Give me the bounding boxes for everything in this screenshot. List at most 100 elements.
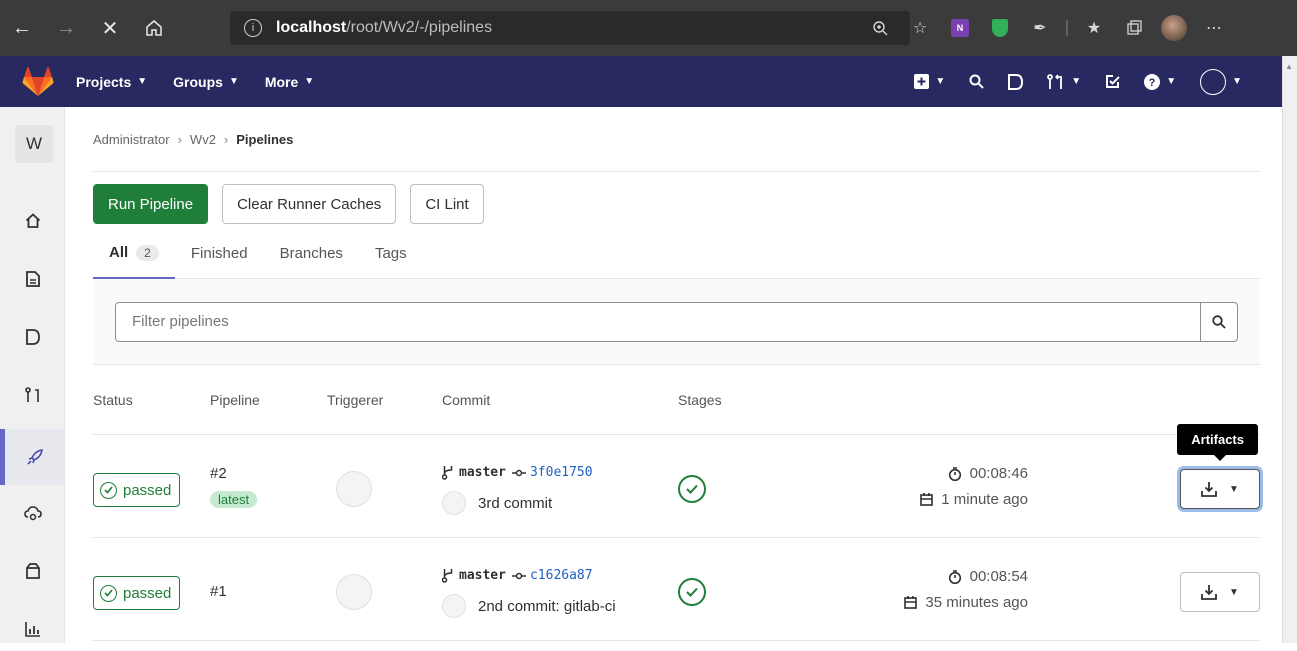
chevron-down-icon: ▼ xyxy=(935,76,946,87)
browser-toolbar: ← → ✕ i localhost/root/Wv2/-/pipelines ☆… xyxy=(0,0,1297,56)
column-header-commit: Commit xyxy=(442,391,491,408)
help-dropdown[interactable]: ? ▼ xyxy=(1132,56,1188,107)
info-icon[interactable]: i xyxy=(244,19,262,37)
collections-icon[interactable] xyxy=(1114,0,1154,56)
sidebar-item-packages[interactable] xyxy=(0,549,65,593)
run-pipeline-button[interactable]: Run Pipeline xyxy=(93,184,209,224)
tab-branches[interactable]: Branches xyxy=(264,229,359,279)
sidebar-item-project-overview[interactable] xyxy=(0,199,65,243)
document-icon xyxy=(25,271,40,287)
chevron-down-icon: ▼ xyxy=(228,76,239,87)
triggerer-avatar[interactable] xyxy=(336,574,372,610)
commit-author-avatar[interactable] xyxy=(442,594,466,618)
back-arrow-icon[interactable]: ← xyxy=(0,0,44,56)
triggerer-avatar[interactable] xyxy=(336,471,372,507)
filter-search-button[interactable] xyxy=(1200,301,1238,342)
page-scrollbar[interactable] xyxy=(1282,56,1297,643)
nav-groups[interactable]: Groups ▼ xyxy=(173,74,239,90)
chevron-down-icon: ▼ xyxy=(137,76,148,87)
pipeline-duration: 00:08:46 xyxy=(948,465,1028,482)
cloud-gear-icon xyxy=(23,506,42,521)
commit-sha-link[interactable]: c1626a87 xyxy=(530,568,593,583)
check-circle-icon xyxy=(100,584,117,602)
status-badge[interactable]: passed xyxy=(93,576,181,610)
chevron-down-icon: ▼ xyxy=(1229,586,1239,598)
merge-request-icon xyxy=(24,387,39,402)
calendar-icon xyxy=(920,493,934,506)
pipeline-duration: 00:08:54 xyxy=(948,568,1028,585)
home-icon[interactable] xyxy=(132,0,176,56)
latest-badge: latest xyxy=(210,491,258,508)
branch-name[interactable]: master xyxy=(459,568,506,583)
gitlab-logo-icon[interactable] xyxy=(0,56,76,107)
clear-runner-caches-button[interactable]: Clear Runner Caches xyxy=(222,184,397,224)
issues-icon xyxy=(25,329,40,345)
nav-projects[interactable]: Projects ▼ xyxy=(76,74,147,90)
status-badge[interactable]: passed xyxy=(93,473,181,507)
branch-icon xyxy=(442,466,453,480)
sidebar-item-analytics[interactable] xyxy=(0,607,65,651)
tab-all[interactable]: All 2 xyxy=(93,229,175,279)
commit-title-link[interactable]: 2nd commit: gitlab-ci xyxy=(478,598,616,615)
main-content: Administrator › Wv2 › Pipelines Run Pipe… xyxy=(93,107,1260,641)
project-avatar[interactable]: W xyxy=(15,125,53,163)
filter-pipelines-input[interactable]: Filter pipelines xyxy=(115,301,1200,342)
sidebar-item-merge-requests[interactable] xyxy=(0,373,65,417)
tab-tags[interactable]: Tags xyxy=(359,229,423,279)
timer-icon xyxy=(948,569,962,584)
commit-icon xyxy=(511,469,526,476)
branch-icon xyxy=(442,569,453,583)
stage-passed-icon[interactable] xyxy=(678,475,706,503)
column-header-pipeline: Pipeline xyxy=(210,391,260,408)
table-row: passed #2 latest master 3f0e1750 3rd com… xyxy=(93,424,1260,538)
pipeline-id-link[interactable]: #1 xyxy=(210,583,227,600)
help-icon: ? xyxy=(1144,73,1161,90)
sidebar-item-issues[interactable] xyxy=(0,315,65,359)
sidebar-item-ci-cd[interactable] xyxy=(0,429,65,485)
tab-finished[interactable]: Finished xyxy=(175,229,264,279)
breadcrumb-item-project[interactable]: Wv2 xyxy=(190,132,216,147)
artifacts-dropdown-button[interactable]: ▼ xyxy=(1180,572,1260,612)
favorites-icon[interactable]: ★ xyxy=(1074,0,1114,56)
issues-icon[interactable] xyxy=(996,56,1035,107)
artifacts-dropdown-button[interactable]: ▼ Artifacts xyxy=(1177,424,1260,509)
commit-author-avatar[interactable] xyxy=(442,491,466,515)
chevron-right-icon: › xyxy=(177,131,182,147)
url-path: /root/Wv2/-/pipelines xyxy=(346,19,493,36)
stage-passed-icon[interactable] xyxy=(678,578,706,606)
profile-avatar[interactable] xyxy=(1154,0,1194,56)
commit-sha-link[interactable]: 3f0e1750 xyxy=(530,465,593,480)
more-menu-icon[interactable]: ⋯ xyxy=(1194,0,1234,56)
shield-extension-icon[interactable] xyxy=(980,0,1020,56)
commit-ref: master c1626a87 xyxy=(442,568,593,583)
breadcrumb-item-administrator[interactable]: Administrator xyxy=(93,132,170,147)
pipeline-id-link[interactable]: #2 xyxy=(210,465,227,482)
address-bar[interactable]: i localhost/root/Wv2/-/pipelines xyxy=(230,11,910,45)
forward-arrow-icon[interactable]: → xyxy=(44,0,88,56)
chevron-down-icon: ▼ xyxy=(1166,76,1177,87)
new-item-dropdown[interactable]: ▼ xyxy=(902,56,957,107)
close-icon[interactable]: ✕ xyxy=(88,0,132,56)
pipeline-tabs: All 2 Finished Branches Tags xyxy=(93,229,1260,279)
user-avatar xyxy=(1200,68,1227,95)
table-row: passed #1 master c1626a87 2nd commit: gi… xyxy=(93,538,1260,641)
pen-extension-icon[interactable]: ✒ xyxy=(1020,0,1060,56)
user-menu-dropdown[interactable]: ▼ xyxy=(1188,56,1282,107)
ci-lint-button[interactable]: CI Lint xyxy=(410,184,484,224)
favorite-add-icon[interactable]: ☆ xyxy=(900,0,940,56)
nav-more[interactable]: More ▼ xyxy=(265,74,314,90)
svg-text:?: ? xyxy=(1149,77,1156,89)
sidebar-item-repository[interactable] xyxy=(0,257,65,301)
zoom-icon[interactable] xyxy=(860,0,900,56)
scroll-up-arrow-icon[interactable]: ▲ xyxy=(1285,62,1293,71)
branch-name[interactable]: master xyxy=(459,465,506,480)
breadcrumb-item-pipelines[interactable]: Pipelines xyxy=(236,132,293,147)
todos-icon[interactable] xyxy=(1093,56,1132,107)
merge-requests-dropdown[interactable]: ▼ xyxy=(1035,56,1093,107)
commit-title-link[interactable]: 3rd commit xyxy=(478,495,552,512)
sidebar-item-operations[interactable] xyxy=(0,492,65,536)
search-icon[interactable] xyxy=(957,56,996,107)
chart-icon xyxy=(24,622,40,637)
onenote-extension-icon[interactable]: N xyxy=(940,0,980,56)
gitlab-header: Projects ▼ Groups ▼ More ▼ ▼ ▼ ? ▼ ▼ xyxy=(0,56,1282,107)
